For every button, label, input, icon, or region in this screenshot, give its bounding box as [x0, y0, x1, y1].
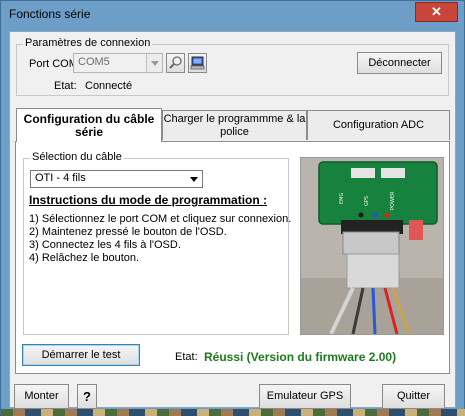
connection-group-label: Paramètres de connexion [23, 37, 153, 49]
test-state-label: Etat: [175, 351, 198, 363]
cable-type-select[interactable]: OTI - 4 fils [30, 170, 203, 188]
tab-load-program[interactable]: Charger le programmme & la police [162, 110, 307, 140]
start-test-label: Démarrer le test [41, 349, 121, 361]
tab-adc-config-label: Configuration ADC [332, 119, 425, 131]
tab-cable-config-label: Configuration du câble série [23, 111, 155, 139]
search-port-button[interactable] [166, 53, 185, 73]
quit-label: Quitter [396, 390, 430, 402]
quit-button[interactable]: Quitter [382, 384, 445, 409]
chevron-down-icon [146, 54, 162, 72]
connection-state-value: Connecté [85, 80, 133, 92]
help-icon: ? [83, 389, 91, 404]
test-result-value: Réussi (Version du firmware 2.00) [204, 350, 397, 364]
connection-state-label: Etat: [54, 80, 77, 92]
tab-adc-config[interactable]: Configuration ADC [307, 110, 450, 140]
instruction-step-2: 2) Maintenez pressé le bouton de l'OSD. [29, 226, 227, 238]
tab-cable-config[interactable]: Configuration du câble série [16, 108, 162, 142]
photo-label-emg: EMG [339, 193, 345, 204]
title-bar[interactable]: Fonctions série ✕ [1, 1, 464, 29]
port-com-select[interactable]: COM5 [73, 53, 163, 73]
close-icon: ✕ [431, 4, 442, 19]
serial-functions-window: Fonctions série ✕ Paramètres de connexio… [0, 0, 465, 416]
port-com-value: COM5 [78, 56, 110, 68]
window-title: Fonctions série [9, 7, 91, 21]
port-settings-button[interactable] [188, 53, 207, 73]
disconnect-button[interactable]: Déconnecter [357, 52, 442, 74]
instruction-step-3: 3) Connectez les 4 fils à l'OSD. [29, 239, 181, 251]
photo-label-power: POWER [390, 191, 396, 210]
instruction-step-4: 4) Relâchez le bouton. [29, 252, 140, 264]
disconnect-label: Déconnecter [368, 57, 431, 69]
photo-label-gps: GPS [364, 196, 370, 206]
start-test-button[interactable]: Démarrer le test [22, 344, 140, 366]
monter-label: Monter [24, 390, 59, 402]
chevron-down-icon [186, 171, 202, 187]
gps-emulator-label: Emulateur GPS [266, 390, 344, 402]
close-button[interactable]: ✕ [415, 2, 458, 22]
instruction-step-1: 1) Sélectionnez le port COM et cliquez s… [29, 213, 292, 225]
gps-emulator-button[interactable]: Emulateur GPS [259, 384, 351, 409]
tab-load-program-label: Charger le programmme & la police [163, 112, 306, 138]
computer-icon [190, 56, 205, 70]
instructions-title: Instructions du mode de programmation : [29, 193, 268, 207]
help-button[interactable]: ? [77, 384, 97, 409]
dialog-client-area: Paramètres de connexion Port COM: COM5 E… [9, 31, 456, 409]
monter-button[interactable]: Monter [14, 384, 69, 409]
cable-connection-photo: EMG GPS POWER [300, 157, 444, 335]
cable-type-value: OTI - 4 fils [35, 172, 86, 184]
search-icon [169, 56, 182, 69]
cable-selection-label: Sélection du câble [30, 151, 124, 163]
